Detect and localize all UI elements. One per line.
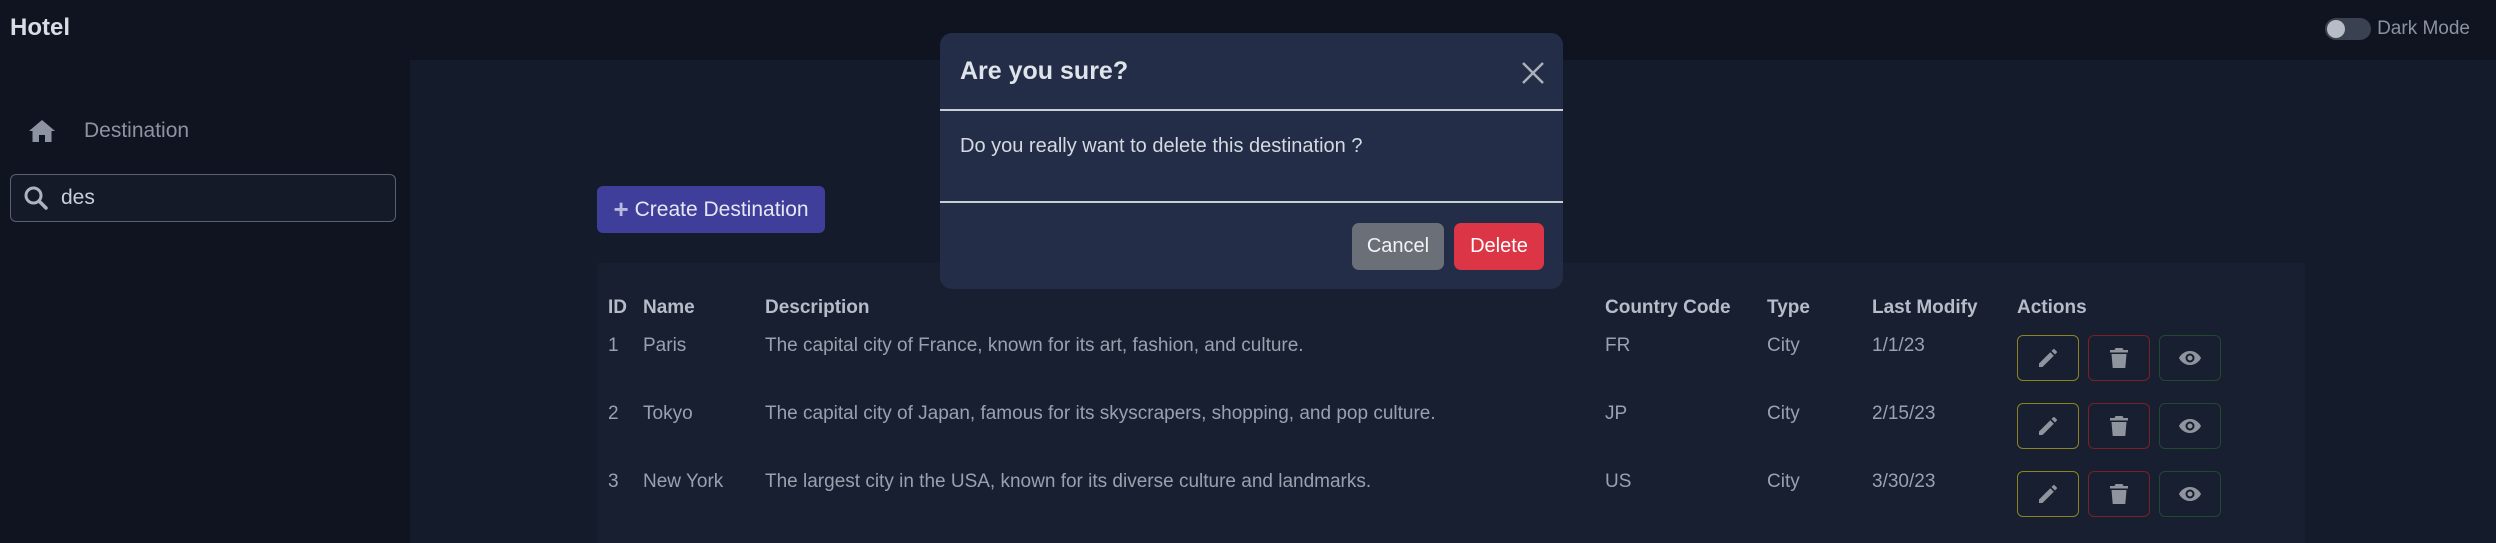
cell-type: City — [1767, 471, 1800, 492]
cell-id: 1 — [608, 335, 619, 356]
cell-name: Tokyo — [643, 403, 693, 424]
cell-description: The capital city of France, known for it… — [765, 335, 1304, 356]
column-header-id: ID — [608, 297, 627, 318]
pencil-icon — [2039, 417, 2057, 435]
modal-message: Do you really want to delete this destin… — [960, 135, 1363, 157]
trash-icon — [2110, 484, 2128, 504]
view-button[interactable] — [2159, 403, 2221, 449]
cell-id: 3 — [608, 471, 619, 492]
create-destination-button[interactable]: + Create Destination — [597, 186, 825, 233]
pencil-icon — [2039, 485, 2057, 503]
view-button[interactable] — [2159, 471, 2221, 517]
brand-title: Hotel — [10, 14, 70, 41]
column-header-name: Name — [643, 297, 695, 318]
view-button[interactable] — [2159, 335, 2221, 381]
search-input[interactable] — [61, 186, 361, 210]
cell-name: New York — [643, 471, 724, 492]
close-icon[interactable] — [1519, 59, 1547, 87]
table-row: 3 New York The largest city in the USA, … — [597, 459, 2305, 527]
column-header-last-modify: Last Modify — [1872, 297, 1978, 318]
search-box[interactable] — [10, 174, 396, 222]
trash-icon — [2110, 348, 2128, 368]
dark-mode-switch[interactable]: Dark Mode — [2325, 18, 2470, 40]
destinations-table: ID Name Description Country Code Type La… — [597, 263, 2305, 527]
edit-button[interactable] — [2017, 403, 2079, 449]
home-icon — [29, 120, 55, 142]
delete-button[interactable] — [2088, 471, 2150, 517]
row-actions — [2017, 403, 2305, 449]
cell-actions — [2017, 391, 2305, 459]
cell-actions — [2017, 459, 2305, 527]
cell-description: The capital city of Japan, famous for it… — [765, 403, 1436, 424]
destinations-table-card: ID Name Description Country Code Type La… — [597, 263, 2305, 543]
cell-country-code: FR — [1605, 335, 1631, 356]
row-actions — [2017, 335, 2305, 381]
app-root: Hotel Dark Mode Destination + Create Des… — [0, 0, 2496, 543]
search-icon — [24, 186, 48, 210]
column-header-actions: Actions — [2017, 297, 2087, 318]
edit-button[interactable] — [2017, 335, 2079, 381]
eye-icon — [2179, 419, 2201, 433]
sidebar-item-label: Destination — [84, 119, 190, 142]
column-header-type: Type — [1767, 297, 1810, 318]
delete-button[interactable] — [2088, 335, 2150, 381]
cell-last-modify: 2/15/23 — [1872, 403, 1936, 424]
cell-type: City — [1767, 335, 1800, 356]
cancel-button[interactable]: Cancel — [1352, 223, 1444, 270]
cell-id: 2 — [608, 403, 619, 424]
cell-name: Paris — [643, 335, 687, 356]
confirm-delete-modal: Are you sure? Do you really want to dele… — [940, 33, 1563, 289]
eye-icon — [2179, 351, 2201, 365]
cell-last-modify: 1/1/23 — [1872, 335, 1925, 356]
create-destination-label: Create Destination — [634, 197, 809, 221]
cell-type: City — [1767, 403, 1800, 424]
dark-mode-toggle[interactable] — [2325, 18, 2372, 40]
modal-footer-divider — [940, 201, 1563, 203]
sidebar-item-destination[interactable]: Destination — [28, 118, 189, 144]
delete-button[interactable] — [2088, 403, 2150, 449]
plus-icon: + — [613, 194, 629, 224]
sidebar: Destination — [0, 60, 410, 543]
eye-icon — [2179, 487, 2201, 501]
modal-header-divider — [940, 109, 1563, 111]
edit-button[interactable] — [2017, 471, 2079, 517]
cell-description: The largest city in the USA, known for i… — [765, 471, 1372, 492]
cell-last-modify: 3/30/23 — [1872, 471, 1936, 492]
confirm-delete-button[interactable]: Delete — [1454, 223, 1544, 270]
cell-country-code: US — [1605, 471, 1632, 492]
column-header-country-code: Country Code — [1605, 297, 1731, 318]
table-row: 1 Paris The capital city of France, know… — [597, 323, 2305, 391]
trash-icon — [2110, 416, 2128, 436]
modal-title: Are you sure? — [960, 57, 1129, 85]
table-row: 2 Tokyo The capital city of Japan, famou… — [597, 391, 2305, 459]
dark-mode-label: Dark Mode — [2377, 18, 2470, 39]
cell-actions — [2017, 323, 2305, 391]
pencil-icon — [2039, 349, 2057, 367]
row-actions — [2017, 471, 2305, 517]
cell-country-code: JP — [1605, 403, 1628, 424]
